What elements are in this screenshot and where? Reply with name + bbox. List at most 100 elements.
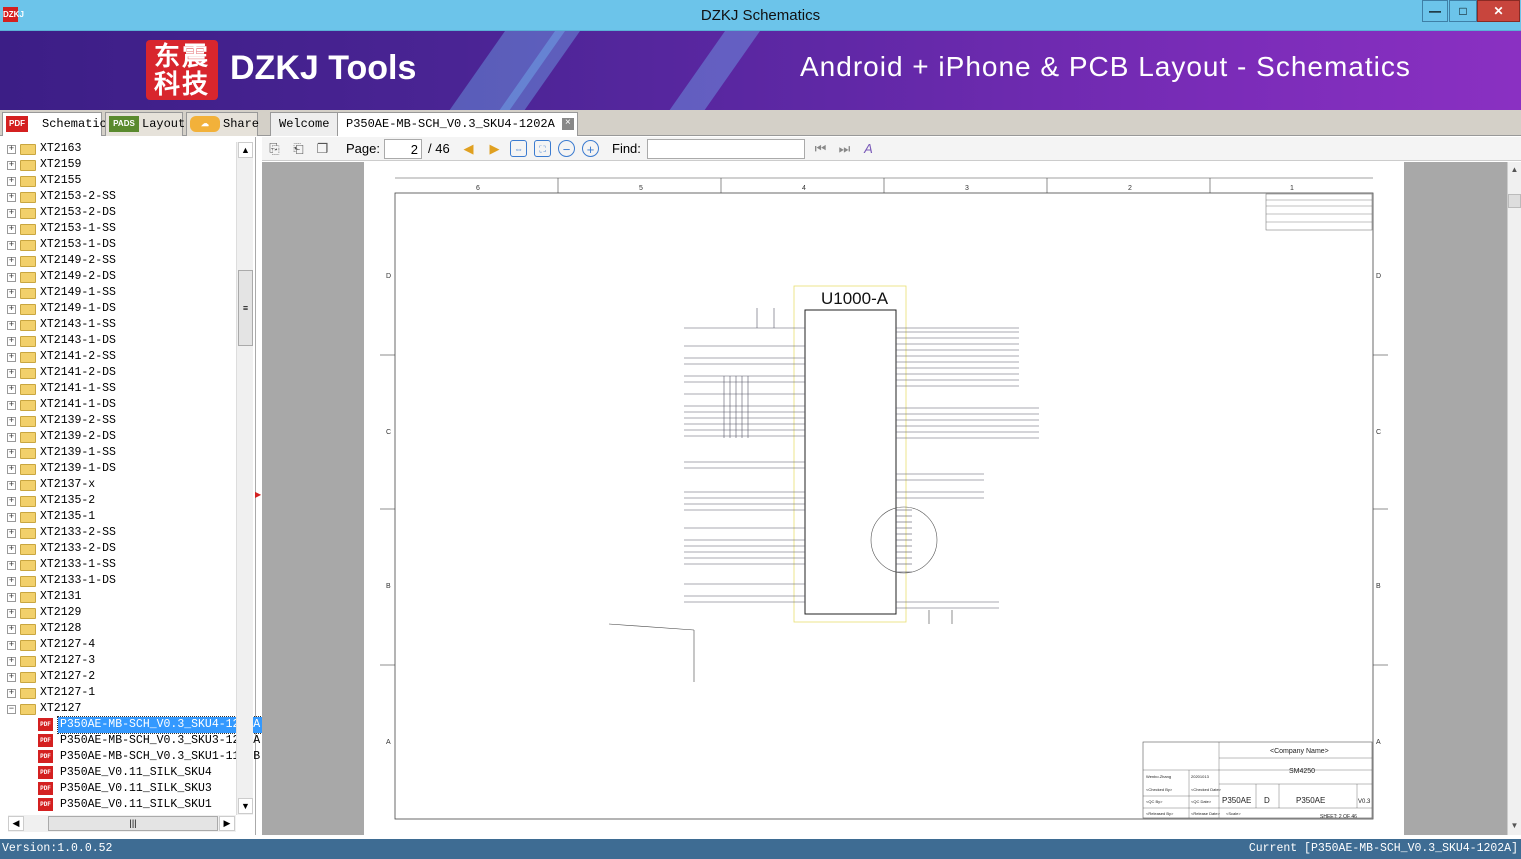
expand-icon[interactable]: + [7,401,16,410]
expand-icon[interactable]: + [7,513,16,522]
tree-folder-item[interactable]: + XT2129 [0,605,236,621]
maximize-button[interactable]: □ [1449,0,1477,22]
expand-icon[interactable]: + [7,481,16,490]
minimize-button[interactable]: — [1422,0,1448,22]
expand-icon[interactable]: + [7,689,16,698]
close-button[interactable]: ✕ [1477,0,1520,22]
tree-file-item[interactable]: PDF P350AE_V0.11_SILK_SKU1 [0,797,236,813]
tree-folder-item[interactable]: + XT2153-1-SS [0,221,236,237]
tab-schematic[interactable]: PDF Schematic [2,112,107,136]
expand-icon[interactable]: + [7,193,16,202]
splitter-arrow-icon[interactable]: ▶ [255,490,261,499]
match-case-icon[interactable]: A [860,140,877,157]
expand-icon[interactable]: + [7,321,16,330]
expand-icon[interactable]: + [7,289,16,298]
expand-icon[interactable]: + [7,273,16,282]
scroll-up-icon[interactable]: ▲ [238,142,253,158]
viewer-scroll-thumb[interactable] [1508,194,1521,208]
tree-folder-item[interactable]: + XT2127-1 [0,685,236,701]
prev-page-icon[interactable]: ◀ [460,140,477,157]
scroll-thumb[interactable]: ≡ [238,270,253,346]
tree-folder-item[interactable]: + XT2127-4 [0,637,236,653]
tree-folder-item[interactable]: + XT2139-1-SS [0,445,236,461]
tree-file-item[interactable]: PDF P350AE-MB-SCH_V0.3_SKU1-1127B [0,749,260,765]
fit-width-icon[interactable]: ⇔ [510,140,527,157]
tree-folder-item[interactable]: + XT2127-2 [0,669,236,685]
expand-icon[interactable]: + [7,257,16,266]
expand-icon[interactable]: + [7,545,16,554]
expand-icon[interactable]: + [7,241,16,250]
tree-file-item[interactable]: PDF P350AE-MB-SCH_V0.3_SKU4-1202A [0,716,264,734]
tree-folder-item[interactable]: + XT2153-1-DS [0,237,236,253]
tree-folder-item[interactable]: + XT2143-1-DS [0,333,236,349]
find-prev-icon[interactable]: ⏮ [812,140,829,157]
expand-icon[interactable]: + [7,209,16,218]
tree-folder-item[interactable]: + XT2133-2-SS [0,525,236,541]
tree-folder-item[interactable]: + XT2141-2-DS [0,365,236,381]
tree-horizontal-scrollbar[interactable]: ◀ ||| ▶ [8,815,236,832]
schematic-viewer[interactable]: 6 5 4 3 2 1 D C B A D C B A U1000-A <Com… [262,162,1507,835]
expand-icon[interactable]: + [7,417,16,426]
tree-folder-item[interactable]: + XT2153-2-SS [0,189,236,205]
viewer-scroll-down-icon[interactable]: ▼ [1508,818,1521,834]
expand-icon[interactable]: + [7,305,16,314]
zoom-in-icon[interactable]: + [582,140,599,157]
expand-icon[interactable]: + [7,337,16,346]
page-number-input[interactable] [384,139,422,159]
tree-folder-item[interactable]: + XT2141-2-SS [0,349,236,365]
find-input[interactable] [647,139,805,159]
tree-vertical-scrollbar[interactable]: ▲ ≡ ▼ [236,142,253,815]
tree-folder-item[interactable]: + XT2133-1-SS [0,557,236,573]
expand-icon[interactable]: + [7,577,16,586]
tree-folder-item[interactable]: + XT2133-1-DS [0,573,236,589]
expand-icon[interactable]: + [7,225,16,234]
expand-icon[interactable]: + [7,177,16,186]
tree-folder-item[interactable]: + XT2149-2-SS [0,253,236,269]
tree-folder-item[interactable]: + XT2149-1-SS [0,285,236,301]
expand-icon[interactable]: + [7,161,16,170]
tree-folder-item[interactable]: + XT2128 [0,621,236,637]
tree-folder-item[interactable]: + XT2155 [0,173,236,189]
tree-folder-item[interactable]: + XT2159 [0,157,236,173]
tree-folder-item[interactable]: + XT2163 [0,141,236,157]
tree-folder-item[interactable]: + XT2131 [0,589,236,605]
tree-folder-item[interactable]: + XT2139-2-SS [0,413,236,429]
expand-icon[interactable]: + [7,465,16,474]
tree-folder-item[interactable]: + XT2149-1-DS [0,301,236,317]
tree-file-item[interactable]: PDF P350AE-MB-SCH_V0.3_SKU3-1202A [0,733,260,749]
tree-folder-item[interactable]: + XT2137-x [0,477,236,493]
close-tab-icon[interactable]: × [561,118,574,130]
tree-folder-item[interactable]: + XT2149-2-DS [0,269,236,285]
expand-icon[interactable]: + [7,657,16,666]
expand-icon[interactable]: + [7,641,16,650]
expand-icon[interactable]: + [7,369,16,378]
viewer-vertical-scrollbar[interactable]: ▲ ▼ [1507,162,1521,835]
copy-icon[interactable]: ⎘ [266,140,283,157]
tree-folder-item[interactable]: + XT2127-3 [0,653,236,669]
tree-folder-item[interactable]: + XT2141-1-DS [0,397,236,413]
tree-folder-item[interactable]: − XT2127 [0,701,236,717]
tree-folder-item[interactable]: + XT2135-1 [0,509,236,525]
expand-icon[interactable]: + [7,593,16,602]
tree-folder-item[interactable]: + XT2139-1-DS [0,461,236,477]
tab-share[interactable]: ☁ Share [186,112,259,136]
expand-icon[interactable]: + [7,673,16,682]
expand-icon[interactable]: + [7,145,16,154]
tree-folder-item[interactable]: + XT2141-1-SS [0,381,236,397]
expand-icon[interactable]: + [7,433,16,442]
doc-tab-active[interactable]: P350AE-MB-SCH_V0.3_SKU4-1202A × [337,112,578,136]
tree-file-item[interactable]: PDF P350AE_V0.11_SILK_SKU4 [0,765,236,781]
tree-folder-item[interactable]: + XT2133-2-DS [0,541,236,557]
scroll-down-icon[interactable]: ▼ [238,798,253,814]
expand-icon[interactable]: + [7,561,16,570]
doc-tab-welcome[interactable]: Welcome [270,112,339,136]
zoom-out-icon[interactable]: − [558,140,575,157]
expand-icon[interactable]: + [7,609,16,618]
viewer-scroll-up-icon[interactable]: ▲ [1508,162,1521,178]
fit-page-icon[interactable]: ⛶ [534,140,551,157]
paste-icon[interactable]: ⎗ [290,140,307,157]
expand-icon[interactable]: − [7,705,16,714]
next-page-icon[interactable]: ▶ [486,140,503,157]
tab-layout[interactable]: PADS Layout [105,112,185,136]
tree-folder-item[interactable]: + XT2153-2-DS [0,205,236,221]
